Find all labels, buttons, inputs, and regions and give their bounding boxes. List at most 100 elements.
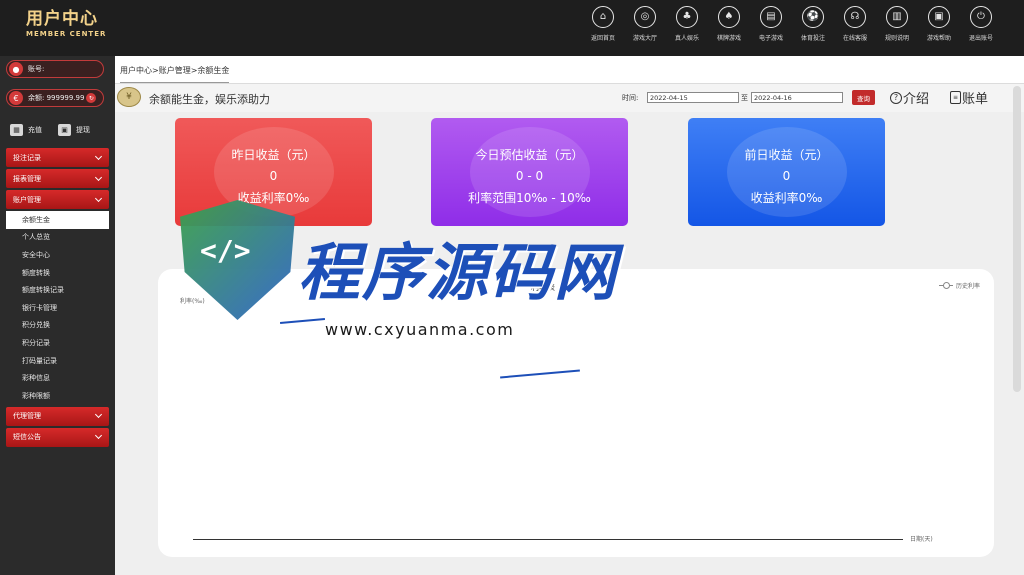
submenu-item-balance-interest[interactable]: 余额生金: [6, 211, 109, 229]
sidebar-item-account[interactable]: 账户管理: [6, 190, 109, 209]
submenu-item-bank-cards[interactable]: 银行卡管理: [6, 299, 109, 317]
scrollbar[interactable]: [1013, 86, 1021, 392]
intro-label: 介绍: [903, 92, 930, 107]
card-value: 0: [269, 169, 278, 183]
nav-label: 在线客服: [842, 35, 867, 42]
sidebar-item-messages[interactable]: 短信公告: [6, 427, 109, 447]
withdraw-icon: ▣: [58, 124, 71, 136]
nav-label: 游戏帮助: [926, 35, 951, 42]
bill-link[interactable]: ≡ 账单: [950, 88, 988, 107]
nav-item-support[interactable]: ☊ 在线客服: [834, 6, 876, 42]
rate-chart: 利率表 利率(‰) 历史利率 日期(天): [158, 269, 994, 557]
legend-label: 历史利率: [955, 283, 980, 290]
card-title: 昨日收益（元）: [231, 148, 316, 162]
help-icon: ▣: [928, 6, 950, 28]
submenu-item-transfer-records[interactable]: 额度转换记录: [6, 281, 109, 299]
deposit-icon: ▦: [10, 124, 23, 136]
withdraw-button[interactable]: ▣ 提现: [58, 124, 90, 136]
chevron-down-icon: [94, 173, 103, 181]
rules-icon: ▥: [886, 6, 908, 28]
nav-item-sports[interactable]: ⚽ 体育投注: [792, 6, 834, 42]
cards-icon: ♠: [718, 6, 740, 28]
chart-title: 利率表: [531, 283, 555, 292]
top-nav: ⌂ 返回首页 ◎ 游戏大厅 ♣ 真人娱乐 ♠ 棋牌游戏 ▤ 电子游戏 ⚽ 体育投注 ☊ 在线客服 ▥ 规则说明…: [582, 6, 1002, 42]
sports-icon: ⚽: [802, 6, 824, 28]
sidebar-menu: 投注记录 报表管理 账户管理 余额生金 个人总览 安全中心 额度转换 额度转换记…: [6, 148, 109, 449]
chart-y-label: 利率(‰): [180, 298, 205, 305]
chevron-down-icon: [94, 194, 103, 202]
quick-actions: ▦ 充值 ▣ 提现: [10, 124, 90, 136]
sidebar-item-label: 投注记录: [13, 153, 41, 162]
nav-item-slot[interactable]: ▤ 电子游戏: [750, 6, 792, 42]
nav-label: 退出账号: [968, 35, 993, 42]
sidebar-item-bet-records[interactable]: 投注记录: [6, 148, 109, 167]
date-to-input[interactable]: [751, 92, 843, 103]
user-icon: ●: [9, 62, 23, 76]
bill-label: 账单: [962, 92, 989, 107]
main-content: 用户中心>账户管理>余额生金 ¥ 余额能生金，娱乐添助力 时间: 至 查询 ? …: [115, 56, 1024, 575]
date-from-input[interactable]: [647, 92, 739, 103]
submenu-item-points-exchange[interactable]: 积分兑换: [6, 317, 109, 335]
nav-item-cards[interactable]: ♠ 棋牌游戏: [708, 6, 750, 42]
to-label: 至: [741, 94, 748, 102]
nav-label: 电子游戏: [758, 35, 783, 42]
submenu: 余额生金 个人总览 安全中心 额度转换 额度转换记录 银行卡管理 积分兑换 积分…: [6, 211, 109, 405]
nav-item-lobby[interactable]: ◎ 游戏大厅: [624, 6, 666, 42]
chevron-down-icon: [94, 410, 103, 419]
breadcrumb[interactable]: 用户中心>账户管理>余额生金: [120, 65, 230, 83]
stat-card-day-before: 前日收益（元） 0 收益利率0‰: [688, 118, 885, 226]
time-label: 时间:: [622, 94, 639, 102]
sidebar-item-label: 账户管理: [13, 195, 41, 204]
intro-link[interactable]: ? 介绍: [890, 88, 929, 107]
submenu-item-overview[interactable]: 个人总览: [6, 229, 109, 247]
nav-label: 返回首页: [590, 35, 615, 42]
chart-x-axis: [193, 539, 903, 540]
stat-card-yesterday: 昨日收益（元） 0 收益利率0‰: [175, 118, 372, 226]
lobby-icon: ◎: [634, 6, 656, 28]
home-icon: ⌂: [592, 6, 614, 28]
title-bar: ¥ 余额能生金，娱乐添助力 时间: 至 查询 ? 介绍 ≡ 账单: [115, 84, 1024, 112]
nav-item-live[interactable]: ♣ 真人娱乐: [666, 6, 708, 42]
chevron-down-icon: [94, 152, 103, 160]
submenu-item-transfer[interactable]: 额度转换: [6, 264, 109, 282]
submenu-item-lottery-info[interactable]: 彩种信息: [6, 369, 109, 387]
live-icon: ♣: [676, 6, 698, 28]
slot-icon: ▤: [760, 6, 782, 28]
nav-item-home[interactable]: ⌂ 返回首页: [582, 6, 624, 42]
account-field: ● 账号:: [6, 60, 104, 78]
coins-icon: ¥: [117, 87, 141, 107]
submenu-item-security[interactable]: 安全中心: [6, 246, 109, 264]
nav-label: 棋牌游戏: [716, 35, 741, 42]
stat-card-today: 今日预估收益（元） 0 - 0 利率范围10‰ - 10‰: [431, 118, 628, 226]
query-button[interactable]: 查询: [852, 90, 875, 105]
card-note: 利率范围10‰ - 10‰: [468, 191, 591, 205]
submenu-item-wager-records[interactable]: 打码量记录: [6, 352, 109, 370]
sidebar: ● 账号: € 余额: 999999.99 ↻ ▦ 充值 ▣ 提现 投注记录 报…: [0, 56, 114, 575]
support-icon: ☊: [844, 6, 866, 28]
nav-label: 真人娱乐: [674, 35, 699, 42]
card-note: 收益利率0‰: [237, 191, 310, 205]
deposit-button[interactable]: ▦ 充值: [10, 124, 42, 136]
logo-main-text: 用户中心: [26, 9, 98, 29]
card-note: 收益利率0‰: [750, 191, 823, 205]
sidebar-item-agent[interactable]: 代理管理: [6, 406, 109, 426]
nav-item-rules[interactable]: ▥ 规则说明: [876, 6, 918, 42]
nav-item-logout[interactable]: ⏻ 退出账号: [960, 6, 1002, 42]
sidebar-item-reports[interactable]: 报表管理: [6, 169, 109, 188]
sidebar-item-label: 报表管理: [13, 174, 41, 183]
chart-legend[interactable]: 历史利率: [938, 281, 980, 290]
submenu-item-lottery-limits[interactable]: 彩种限额: [6, 387, 109, 405]
submenu-item-points-records[interactable]: 积分记录: [6, 334, 109, 352]
top-bar: 用户中心 MEMBER CENTER ⌂ 返回首页 ◎ 游戏大厅 ♣ 真人娱乐 ♠ 棋牌游戏 ▤…: [0, 0, 1024, 56]
logout-icon: ⏻: [970, 6, 992, 28]
logo[interactable]: 用户中心 MEMBER CENTER: [26, 10, 106, 39]
balance-label: 余额: 999999.99: [28, 94, 85, 102]
nav-label: 规则说明: [884, 35, 909, 42]
logo-sub-text: MEMBER CENTER: [26, 30, 107, 38]
refresh-balance-icon[interactable]: ↻: [86, 93, 97, 103]
nav-item-help[interactable]: ▣ 游戏帮助: [918, 6, 960, 42]
bill-icon: ≡: [950, 91, 961, 104]
sidebar-item-label: 代理管理: [13, 412, 41, 421]
sidebar-item-label: 短信公告: [13, 433, 41, 442]
nav-label: 游戏大厅: [632, 35, 657, 42]
